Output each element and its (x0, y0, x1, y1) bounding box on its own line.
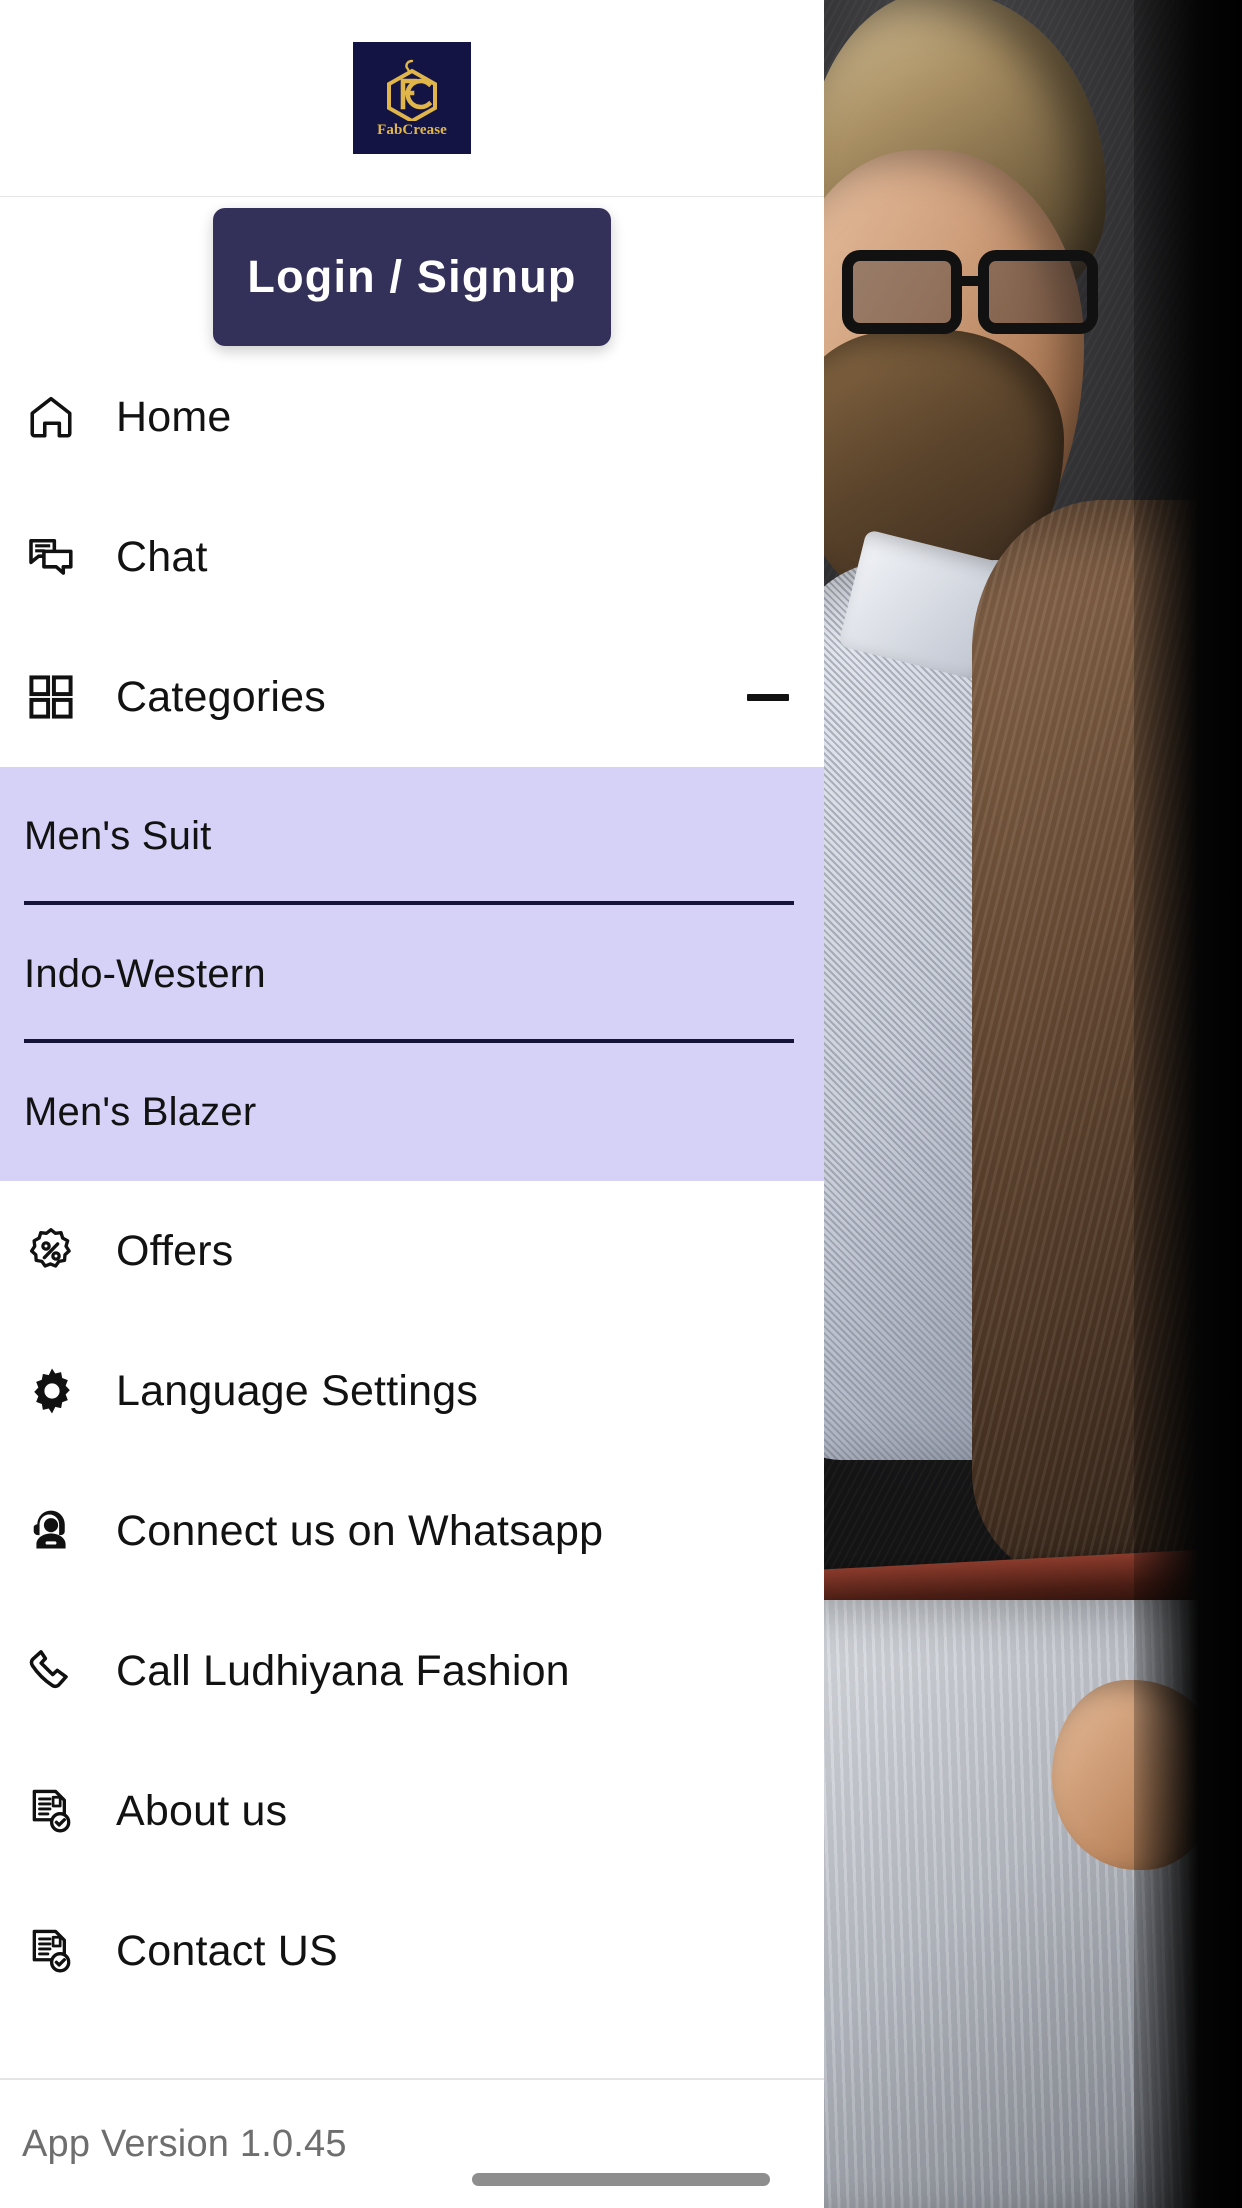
app-version-label: App Version 1.0.45 (22, 2122, 347, 2165)
menu-item-label: Language Settings (116, 1366, 479, 1415)
phone-icon (26, 1646, 98, 1696)
home-icon (26, 392, 98, 442)
menu-item-label: Offers (116, 1226, 234, 1275)
drawer-footer: App Version 1.0.45 (0, 2080, 824, 2208)
menu-item-label: Contact US (116, 1926, 338, 1975)
menu-item-label: Connect us on Whatsapp (116, 1506, 604, 1555)
submenu-item-label: Men's Blazer (24, 1089, 257, 1134)
menu-item-label: Categories (116, 672, 326, 721)
app-logo: FabCrease (353, 42, 471, 154)
photo-glasses (842, 250, 1102, 334)
menu-item-label: Chat (116, 532, 208, 581)
menu-item-label: About us (116, 1786, 288, 1835)
menu-list: Home Chat Categories Men's Suit Indo-Wes… (0, 347, 824, 2078)
document-check-icon (26, 1926, 98, 1976)
menu-item-categories[interactable]: Categories (0, 627, 824, 767)
fabcrease-hexagon-monogram-icon (387, 59, 437, 121)
menu-item-about-us[interactable]: About us (0, 1741, 824, 1881)
home-indicator[interactable] (472, 2173, 770, 2186)
menu-item-label: Call Ludhiyana Fashion (116, 1646, 570, 1695)
submenu-item-label: Indo-Western (24, 951, 266, 996)
app-screen: FabCrease Home Chat Categories Men's Sui… (0, 0, 1242, 2208)
document-check-icon (26, 1786, 98, 1836)
support-agent-icon (26, 1506, 98, 1556)
menu-item-offers[interactable]: Offers (0, 1181, 824, 1321)
grid-icon (26, 672, 98, 722)
menu-item-chat[interactable]: Chat (0, 487, 824, 627)
gear-icon (26, 1365, 98, 1417)
submenu-item-indo-western[interactable]: Indo-Western (0, 905, 824, 1043)
submenu-item-mens-suit[interactable]: Men's Suit (0, 767, 824, 905)
login-signup-button[interactable]: Login / Signup (213, 208, 611, 346)
categories-submenu: Men's Suit Indo-Western Men's Blazer (0, 767, 824, 1181)
login-button-container: Login / Signup (0, 208, 824, 346)
logo-wordmark: FabCrease (377, 121, 447, 138)
discount-badge-icon (26, 1226, 98, 1276)
menu-item-language-settings[interactable]: Language Settings (0, 1321, 824, 1461)
photo-shadow (1134, 0, 1242, 2208)
header-divider (0, 196, 824, 197)
menu-item-call[interactable]: Call Ludhiyana Fashion (0, 1601, 824, 1741)
menu-item-home[interactable]: Home (0, 347, 824, 487)
submenu-item-mens-blazer[interactable]: Men's Blazer (0, 1043, 824, 1181)
hero-background-image (824, 0, 1242, 2208)
chat-bubbles-icon (26, 532, 98, 582)
menu-item-whatsapp[interactable]: Connect us on Whatsapp (0, 1461, 824, 1601)
minus-icon[interactable] (738, 693, 798, 701)
menu-item-label: Home (116, 392, 232, 441)
drawer-header: FabCrease (0, 0, 824, 196)
submenu-item-label: Men's Suit (24, 813, 212, 858)
menu-item-contact-us[interactable]: Contact US (0, 1881, 824, 2021)
